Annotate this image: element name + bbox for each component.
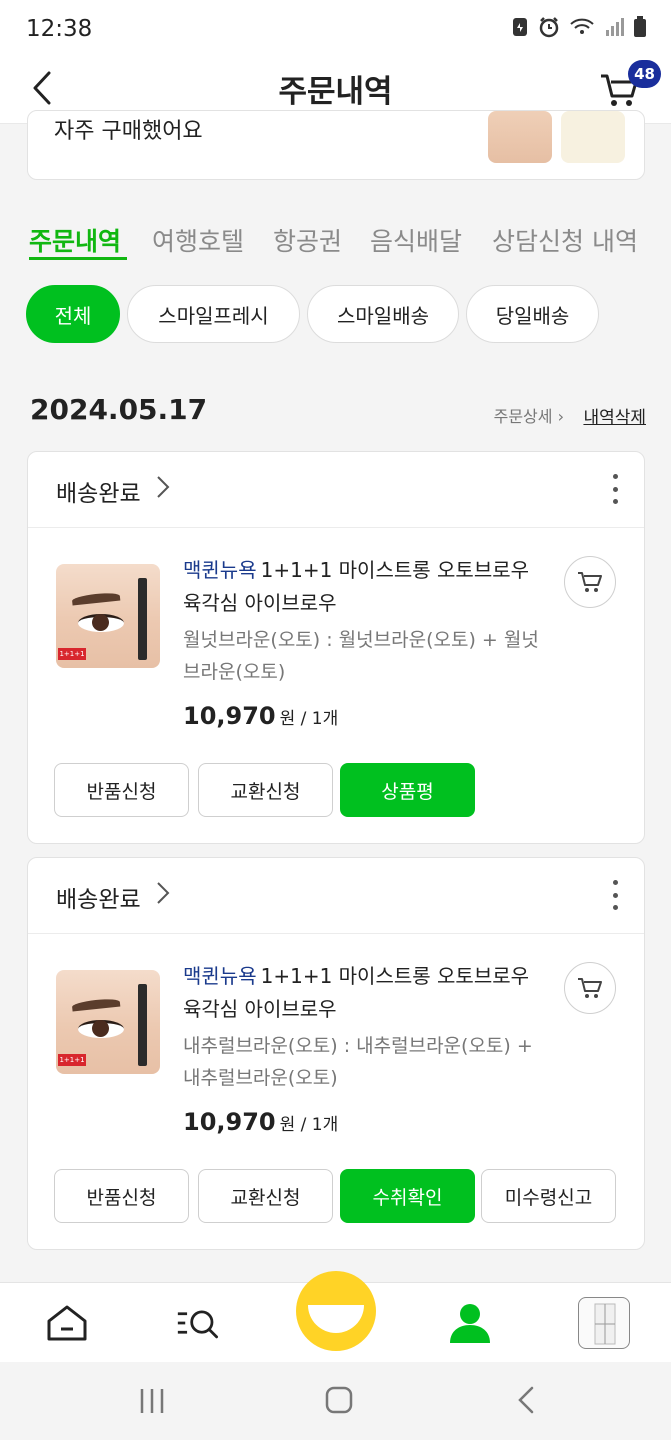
order-detail-label: 주문상세 bbox=[493, 407, 553, 426]
system-nav-bar bbox=[0, 1362, 671, 1440]
page-title: 주문내역 bbox=[278, 74, 393, 110]
add-to-cart-button[interactable] bbox=[564, 556, 616, 608]
chevron-right-icon: › bbox=[557, 407, 564, 426]
battery-icon bbox=[634, 16, 646, 37]
tab-travel-hotel[interactable]: 여행호텔 bbox=[152, 222, 244, 258]
more-options-button[interactable] bbox=[606, 880, 624, 910]
sync-icon bbox=[513, 18, 527, 36]
product-option: 월넛브라운(오토) : 월넛브라운(오토) + 월넛브라운(오토) bbox=[183, 629, 539, 683]
tab-orders[interactable]: 주문내역 bbox=[29, 222, 121, 258]
nav-my-page[interactable] bbox=[446, 1299, 494, 1347]
delete-history-link[interactable]: 내역삭제 bbox=[583, 403, 646, 428]
add-to-cart-button[interactable] bbox=[564, 962, 616, 1014]
exchange-request-button[interactable]: 교환신청 bbox=[198, 1169, 333, 1223]
home-icon bbox=[47, 1305, 87, 1341]
product-image[interactable]: 1+1+1 bbox=[56, 564, 160, 668]
report-not-received-button[interactable]: 미수령신고 bbox=[481, 1169, 616, 1223]
cart-icon bbox=[578, 978, 602, 998]
brand-name: 맥퀸뉴욕 bbox=[183, 558, 257, 582]
product-option: 내추럴브라운(오토) : 내추럴브라운(오토) + 내추럴브라운(오토) bbox=[183, 1035, 533, 1089]
price-line: 10,970 원 / 1개 bbox=[183, 702, 338, 730]
price-unit: 원 / 1개 bbox=[279, 709, 339, 729]
tab-food-delivery[interactable]: 음식배달 bbox=[370, 222, 462, 258]
return-request-button[interactable]: 반품신청 bbox=[54, 1169, 189, 1223]
status-icons bbox=[511, 16, 647, 38]
write-review-button[interactable]: 상품평 bbox=[340, 763, 475, 817]
frequently-bought-thumb bbox=[488, 111, 552, 163]
profile-icon bbox=[450, 1304, 490, 1343]
chip-same-day[interactable]: 당일배송 bbox=[466, 285, 599, 343]
price-value: 10,970 bbox=[183, 702, 276, 730]
order-card-header: 배송완료 bbox=[28, 452, 644, 528]
smile-logo-icon[interactable] bbox=[296, 1271, 376, 1351]
recent-view-icon[interactable] bbox=[578, 1297, 630, 1349]
search-menu-icon bbox=[177, 1310, 218, 1339]
back-nav-icon[interactable] bbox=[514, 1384, 538, 1416]
frequently-bought-thumb bbox=[561, 111, 625, 163]
product-name[interactable]: 맥퀸뉴욕 1+1+1 마이스트롱 오토브로우 육각심 아이브로우 bbox=[183, 960, 553, 1026]
cart-button[interactable]: 48 bbox=[599, 60, 661, 114]
recent-apps-icon[interactable] bbox=[136, 1386, 168, 1416]
nav-search-menu[interactable] bbox=[176, 1299, 224, 1347]
status-bar: 12:38 bbox=[0, 0, 671, 58]
frequently-bought-label: 자주 구매했어요 bbox=[54, 119, 203, 144]
return-request-button[interactable]: 반품신청 bbox=[54, 763, 189, 817]
promo-tag: 1+1+1 bbox=[58, 1054, 86, 1066]
chevron-right-icon bbox=[157, 476, 170, 498]
exchange-request-button[interactable]: 교환신청 bbox=[198, 763, 333, 817]
status-time: 12:38 bbox=[26, 16, 93, 42]
more-options-button[interactable] bbox=[606, 474, 624, 504]
product-name[interactable]: 맥퀸뉴욕 1+1+1 마이스트롱 오토브로우 육각심 아이브로우 bbox=[183, 554, 553, 620]
nav-home[interactable] bbox=[43, 1299, 91, 1347]
brand-name: 맥퀸뉴욕 bbox=[183, 964, 257, 988]
delivery-status[interactable]: 배송완료 bbox=[56, 880, 141, 914]
signal-icon bbox=[606, 18, 624, 36]
frequently-bought-card[interactable]: 자주 구매했어요 bbox=[27, 110, 645, 180]
cart-icon bbox=[578, 572, 602, 592]
chevron-right-icon bbox=[157, 882, 170, 904]
chip-all[interactable]: 전체 bbox=[26, 285, 120, 343]
price-unit: 원 / 1개 bbox=[279, 1115, 339, 1135]
promo-tag: 1+1+1 bbox=[58, 648, 86, 660]
price-value: 10,970 bbox=[183, 1108, 276, 1136]
product-image[interactable]: 1+1+1 bbox=[56, 970, 160, 1074]
wifi-icon bbox=[570, 18, 594, 34]
order-date: 2024.05.17 bbox=[30, 393, 208, 426]
order-date-row: 2024.05.17 주문상세 › 내역삭제 bbox=[30, 393, 646, 433]
bottom-nav bbox=[0, 1271, 671, 1362]
chip-smile-delivery[interactable]: 스마일배송 bbox=[307, 285, 459, 343]
alarm-icon bbox=[539, 17, 559, 38]
tab-flight[interactable]: 항공권 bbox=[273, 222, 342, 258]
active-tab-indicator bbox=[29, 257, 127, 260]
confirm-receipt-button[interactable]: 수취확인 bbox=[340, 1169, 475, 1223]
delivery-status[interactable]: 배송완료 bbox=[56, 474, 141, 508]
order-card: 배송완료 1+1+1 맥퀸뉴욕 1+1+1 마이스트롱 오토브로우 육각심 아이브… bbox=[27, 451, 645, 844]
tab-consultation[interactable]: 상담신청 내역 bbox=[492, 222, 638, 258]
home-button-icon[interactable] bbox=[323, 1384, 355, 1416]
order-detail-link[interactable]: 주문상세 › bbox=[494, 403, 564, 427]
chip-smile-fresh[interactable]: 스마일프레시 bbox=[127, 285, 300, 343]
cart-count-badge: 48 bbox=[628, 60, 661, 88]
order-card: 배송완료 1+1+1 맥퀸뉴욕 1+1+1 마이스트롱 오토브로우 육각심 아이브… bbox=[27, 857, 645, 1250]
order-card-header: 배송완료 bbox=[28, 858, 644, 934]
price-line: 10,970 원 / 1개 bbox=[183, 1108, 338, 1136]
